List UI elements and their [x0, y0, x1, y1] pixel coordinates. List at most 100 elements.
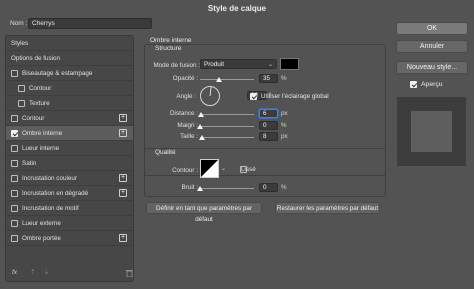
trash-icon[interactable]: [126, 269, 133, 277]
style-item[interactable]: Satin: [6, 156, 133, 171]
make-default-button[interactable]: Définir en tant que paramètres par défau…: [146, 202, 262, 223]
style-item-checkbox[interactable]: [11, 219, 18, 227]
distance-label: Distance :: [170, 110, 198, 117]
name-input[interactable]: Cherrys: [28, 18, 152, 29]
inner-shadow-panel: Ombre interne Structure Mode de fusion :…: [140, 35, 389, 282]
style-item-checkbox[interactable]: [11, 159, 18, 167]
style-item[interactable]: Options de fusion: [6, 51, 133, 66]
distance-slider[interactable]: [200, 114, 254, 115]
name-label: Nom :: [10, 20, 28, 27]
style-item[interactable]: Contour: [6, 81, 133, 96]
add-style-icon[interactable]: +: [119, 129, 127, 137]
style-item-checkbox[interactable]: [11, 144, 18, 152]
antialias-label: Lissé: [241, 166, 256, 173]
style-item[interactable]: Incrustation en dégradé +: [6, 186, 133, 201]
style-item-checkbox[interactable]: [11, 189, 18, 197]
opacity-slider[interactable]: [200, 79, 254, 80]
style-item[interactable]: Contour +: [6, 111, 133, 126]
styles-header: Styles: [6, 36, 133, 51]
styles-header-label: Styles: [11, 39, 29, 47]
style-item[interactable]: Incrustation couleur +: [6, 171, 133, 186]
size-unit: px: [281, 133, 288, 140]
style-item-checkbox[interactable]: [18, 84, 25, 92]
reset-default-button[interactable]: Restaurer les paramètres par défaut: [275, 202, 380, 214]
contour-curve-icon: [201, 160, 218, 177]
opacity-input[interactable]: 35: [259, 74, 278, 83]
style-item-label: Incrustation de motif: [22, 204, 79, 212]
style-item-label: Ombre interne: [22, 129, 63, 137]
distance-slider-thumb[interactable]: [198, 112, 205, 117]
opacity-slider-thumb[interactable]: [215, 77, 222, 82]
choke-input[interactable]: 0: [259, 121, 278, 130]
blend-mode-value: Produit: [204, 61, 224, 68]
style-item-checkbox[interactable]: [18, 99, 25, 107]
angle-label: Angle :: [176, 93, 196, 100]
size-input[interactable]: 8: [259, 132, 278, 141]
opacity-label: Opacité :: [172, 75, 198, 82]
noise-slider-thumb[interactable]: [197, 186, 203, 191]
style-item-label: Ombre portée: [22, 234, 61, 242]
ok-button[interactable]: OK: [396, 22, 468, 35]
styles-footer: fx ⇡ ⇣: [12, 268, 133, 277]
choke-slider-thumb[interactable]: [197, 124, 203, 129]
chevron-down-icon: ⌄: [267, 62, 273, 68]
fx-icon[interactable]: fx: [12, 269, 17, 276]
style-item-checkbox[interactable]: [11, 129, 18, 137]
style-item[interactable]: Texture: [6, 96, 133, 111]
contour-preview[interactable]: [200, 159, 219, 178]
distance-input[interactable]: 6: [259, 109, 278, 118]
style-item[interactable]: Ombre interne +: [6, 126, 133, 141]
contour-chevron-icon[interactable]: ⌄: [221, 165, 226, 172]
style-item-checkbox[interactable]: [11, 114, 18, 122]
style-preview: [397, 97, 466, 166]
size-slider-thumb[interactable]: [198, 135, 205, 140]
new-style-button[interactable]: Nouveau style...: [396, 61, 468, 74]
add-style-icon[interactable]: +: [119, 114, 127, 122]
style-item-label: Biseautage & estampage: [22, 69, 93, 77]
opacity-unit: %: [281, 75, 287, 82]
size-slider[interactable]: [200, 137, 254, 138]
noise-slider[interactable]: [200, 188, 254, 189]
style-item-checkbox[interactable]: [11, 69, 18, 77]
style-item-label: Satin: [22, 159, 37, 167]
style-item[interactable]: Biseautage & estampage: [6, 66, 133, 81]
noise-unit: %: [281, 184, 287, 191]
preview-checkbox[interactable]: [410, 81, 417, 88]
arrow-down-icon[interactable]: ⇣: [44, 268, 49, 276]
noise-label: Bruit :: [181, 184, 198, 191]
size-label: Taille :: [180, 133, 198, 140]
style-item[interactable]: Incrustation de motif: [6, 201, 133, 216]
section-title: Ombre interne: [150, 37, 192, 44]
styles-panel: Styles Options de fusion Biseautage & est…: [5, 35, 134, 282]
blend-mode-label: Mode de fusion :: [153, 62, 200, 69]
dialog-title: Style de calque: [207, 4, 267, 13]
add-style-icon[interactable]: +: [119, 189, 127, 197]
style-item[interactable]: Lueur externe: [6, 216, 133, 231]
shadow-color-swatch[interactable]: [280, 58, 299, 70]
style-item-checkbox[interactable]: [11, 204, 18, 212]
style-item-checkbox[interactable]: [11, 234, 18, 242]
blend-mode-select[interactable]: Produit ⌄: [200, 59, 277, 69]
choke-slider[interactable]: [200, 126, 254, 127]
cancel-button[interactable]: Annuler: [396, 40, 468, 53]
add-style-icon[interactable]: +: [119, 174, 127, 182]
quality-title: Qualité: [155, 149, 176, 156]
style-item-label: Lueur externe: [22, 219, 61, 227]
style-item[interactable]: Lueur interne: [6, 141, 133, 156]
add-style-icon[interactable]: +: [119, 234, 127, 242]
style-item-label: Contour: [22, 114, 45, 122]
style-preview-swatch: [411, 111, 452, 152]
style-item-label: Incrustation en dégradé: [22, 189, 89, 197]
angle-dial[interactable]: [200, 86, 220, 106]
arrow-up-icon[interactable]: ⇡: [30, 268, 35, 276]
global-light-checkbox[interactable]: [250, 93, 257, 100]
choke-unit: %: [281, 122, 287, 129]
global-light-label: Utiliser l'éclairage global: [261, 93, 329, 100]
preview-label: Aperçu: [421, 81, 443, 88]
distance-unit: px: [281, 110, 288, 117]
style-item[interactable]: Ombre portée +: [6, 231, 133, 246]
noise-input[interactable]: 0: [259, 183, 278, 192]
style-item-label: Contour: [29, 84, 52, 92]
style-item-checkbox[interactable]: [11, 174, 18, 182]
choke-label: Maigri :: [177, 122, 198, 129]
